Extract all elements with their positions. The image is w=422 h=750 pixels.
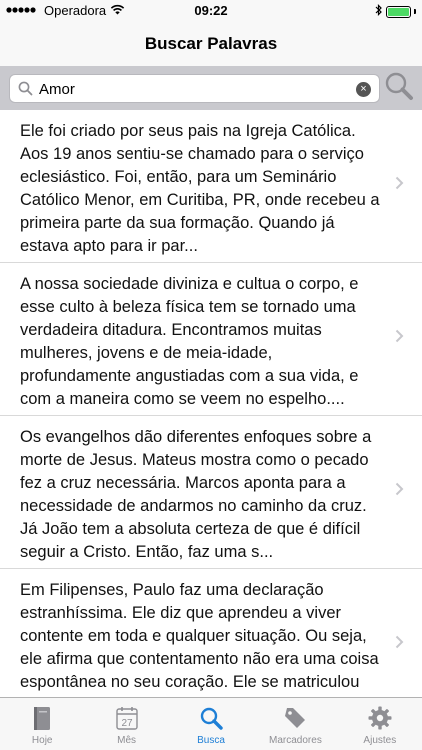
page-title: Buscar Palavras bbox=[144, 34, 278, 53]
book-icon bbox=[32, 706, 52, 737]
tab-label: Mês bbox=[117, 735, 137, 746]
list-item[interactable]: A nossa sociedade diviniza e cultua o co… bbox=[0, 263, 422, 416]
search-input[interactable] bbox=[39, 78, 349, 100]
list-item[interactable]: Em Filipenses, Paulo faz uma declaração … bbox=[0, 569, 422, 697]
list-item[interactable]: Ele foi criado por seus pais na Igreja C… bbox=[0, 110, 422, 263]
calendar-icon: 27 bbox=[115, 706, 138, 735]
gear-icon bbox=[368, 706, 392, 735]
search-button[interactable] bbox=[384, 71, 414, 103]
chevron-right-icon bbox=[395, 635, 404, 654]
status-bar: Operadora 09:22 bbox=[0, 0, 422, 22]
chevron-right-icon bbox=[395, 176, 404, 195]
bluetooth-icon bbox=[375, 4, 383, 19]
chevron-right-icon bbox=[395, 329, 404, 348]
tab-hoje[interactable]: Hoje bbox=[0, 698, 84, 750]
list-item-text: Os evangelhos dão diferentes enfoques so… bbox=[20, 428, 372, 561]
chevron-right-icon bbox=[395, 482, 404, 501]
clear-icon[interactable]: × bbox=[356, 82, 371, 97]
list-item-text: Em Filipenses, Paulo faz uma declaração … bbox=[20, 581, 379, 697]
search-icon bbox=[199, 706, 223, 735]
tab-busca[interactable]: Busca bbox=[169, 698, 253, 750]
battery-tip bbox=[414, 9, 416, 14]
search-field[interactable]: × bbox=[9, 74, 380, 103]
list-item-text: A nossa sociedade diviniza e cultua o co… bbox=[20, 275, 359, 408]
battery-fill bbox=[388, 7, 409, 16]
tab-ajustes[interactable]: Ajustes bbox=[338, 698, 422, 750]
tab-label: Hoje bbox=[31, 735, 53, 746]
navigation-bar: Buscar Palavras bbox=[0, 22, 422, 66]
tab-mes[interactable]: 27 Mês bbox=[84, 698, 168, 750]
tab-marcadores[interactable]: Marcadores bbox=[253, 698, 337, 750]
list-item[interactable]: Os evangelhos dão diferentes enfoques so… bbox=[0, 416, 422, 569]
calendar-day: 27 bbox=[121, 718, 133, 729]
tab-bar: Hoje 27 Mês Busca Marcadores Ajustes bbox=[0, 697, 422, 750]
tab-label: Ajustes bbox=[363, 735, 397, 746]
status-right bbox=[375, 4, 416, 19]
battery-icon bbox=[386, 5, 411, 18]
magnifier-icon bbox=[18, 81, 33, 101]
tab-label: Busca bbox=[197, 735, 225, 746]
list-item-text: Ele foi criado por seus pais na Igreja C… bbox=[20, 122, 380, 255]
bookmark-icon bbox=[283, 706, 307, 735]
results-list: Ele foi criado por seus pais na Igreja C… bbox=[0, 110, 422, 697]
status-time: 09:22 bbox=[194, 3, 228, 18]
tab-label: Marcadores bbox=[269, 735, 322, 746]
search-bar: × bbox=[0, 66, 422, 110]
